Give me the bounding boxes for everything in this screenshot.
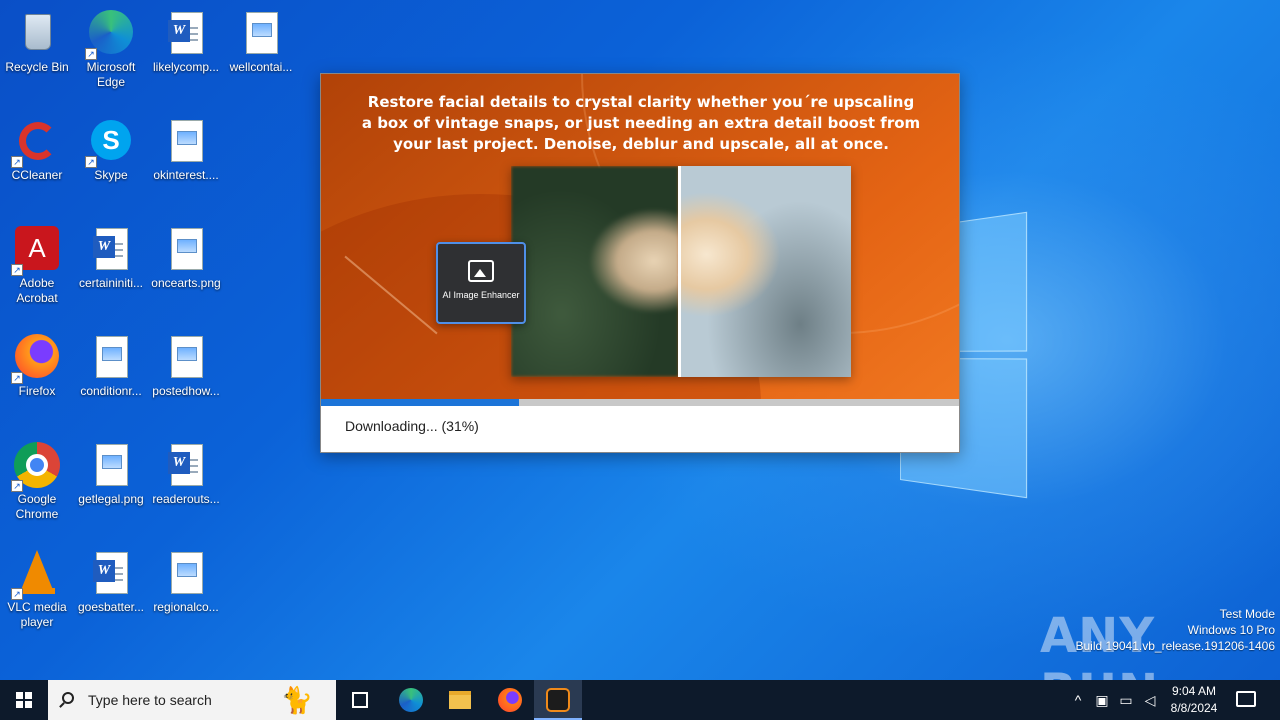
vlc-icon: ↗ bbox=[11, 550, 61, 600]
desktop-icon-firefox[interactable]: ↗ Firefox bbox=[0, 328, 74, 428]
desktop: Recycle Bin ↗ CCleaner A ↗ Adobe Acrobat… bbox=[0, 0, 1280, 680]
desktop-icon-likelycomp[interactable]: W likelycomp... bbox=[149, 4, 223, 104]
clock-time: 9:04 AM bbox=[1171, 684, 1217, 698]
installer-app-icon bbox=[546, 688, 570, 712]
download-status: Downloading... (31%) bbox=[345, 418, 479, 434]
desktop-icon-goesbatter[interactable]: W goesbatter... bbox=[74, 544, 148, 644]
desktop-icon-recycle-bin[interactable]: Recycle Bin bbox=[0, 4, 74, 104]
desktop-icon-label: postedhow... bbox=[152, 384, 220, 398]
search-icon bbox=[62, 692, 74, 704]
desktop-icon-label: certaininiti... bbox=[78, 276, 144, 290]
image-file-icon bbox=[162, 226, 210, 274]
image-sparkle-icon bbox=[468, 260, 494, 282]
desktop-icon-label: getlegal.png bbox=[78, 492, 144, 506]
word-doc-icon: W bbox=[162, 442, 210, 490]
start-button[interactable] bbox=[0, 680, 48, 720]
desktop-icon-label: Skype bbox=[94, 168, 128, 182]
desktop-icon-conditionr[interactable]: conditionr... bbox=[74, 328, 148, 428]
download-progress-bar bbox=[321, 399, 959, 406]
skype-icon: S ↗ bbox=[85, 118, 135, 168]
desktop-icon-vlc[interactable]: ↗ VLC media player bbox=[0, 544, 74, 644]
edge-icon: ↗ bbox=[85, 10, 135, 60]
desktop-icon-certaininiti[interactable]: W certaininiti... bbox=[74, 220, 148, 320]
network-icon[interactable]: ▭ bbox=[1118, 692, 1134, 708]
promo-banner: Restore facial details to crystal clarit… bbox=[321, 74, 959, 399]
file-explorer-icon bbox=[449, 691, 471, 709]
search-highlight-cat-icon: 🐈 bbox=[280, 685, 314, 715]
taskbar-clock[interactable]: 9:04 AM 8/8/2024 bbox=[1160, 683, 1228, 717]
installer-window[interactable]: Restore facial details to crystal clarit… bbox=[320, 73, 960, 453]
windows-logo-icon bbox=[16, 692, 32, 708]
firefox-icon bbox=[498, 688, 522, 712]
desktop-icon-acrobat[interactable]: A ↗ Adobe Acrobat bbox=[0, 220, 74, 320]
desktop-icon-postedhow[interactable]: postedhow... bbox=[149, 328, 223, 428]
ai-image-enhancer-card: AI Image Enhancer bbox=[436, 242, 526, 324]
desktop-icon-label: VLC media player bbox=[7, 600, 67, 629]
desktop-icon-oncearts[interactable]: oncearts.png bbox=[149, 220, 223, 320]
notifications-icon[interactable] bbox=[1236, 691, 1256, 707]
taskbar: Type here to search 🐈 ^ ▣ ▭ ◁ 9:04 AM 8/… bbox=[0, 680, 1280, 720]
desktop-icon-edge[interactable]: ↗ Microsoft Edge bbox=[74, 4, 148, 104]
taskbar-file-explorer-button[interactable] bbox=[436, 680, 484, 720]
image-file-icon bbox=[87, 334, 135, 382]
word-doc-icon: W bbox=[87, 226, 135, 274]
ai-card-label: AI Image Enhancer bbox=[442, 290, 520, 300]
desktop-icon-getlegal[interactable]: getlegal.png bbox=[74, 436, 148, 536]
desktop-icon-readerouts[interactable]: W readerouts... bbox=[149, 436, 223, 536]
download-progress-fill bbox=[321, 399, 520, 406]
chevron-up-icon[interactable]: ^ bbox=[1070, 692, 1086, 708]
acrobat-icon: A ↗ bbox=[11, 226, 61, 276]
image-file-icon bbox=[162, 550, 210, 598]
desktop-icon-label: regionalco... bbox=[153, 600, 219, 614]
watermark-build: Build 19041.vb_release.191206-1406 bbox=[1075, 639, 1276, 653]
desktop-icon-label: CCleaner bbox=[11, 168, 63, 182]
desktop-icon-label: goesbatter... bbox=[77, 600, 145, 614]
desktop-icon-skype[interactable]: S ↗ Skype bbox=[74, 112, 148, 212]
promo-headline: Restore facial details to crystal clarit… bbox=[361, 93, 921, 153]
watermark-edition: Windows 10 Pro bbox=[1187, 623, 1275, 637]
image-file-icon bbox=[87, 442, 135, 490]
desktop-icon-label: oncearts.png bbox=[151, 276, 221, 290]
recycle-bin-icon bbox=[13, 10, 61, 58]
desktop-icon-label: likelycomp... bbox=[152, 60, 220, 74]
desktop-icon-label: wellcontai... bbox=[229, 60, 293, 74]
desktop-icon-label: Firefox bbox=[18, 384, 56, 398]
meet-now-icon[interactable]: ▣ bbox=[1094, 692, 1110, 708]
desktop-icon-label: Recycle Bin bbox=[5, 60, 69, 74]
os-watermark: Test Mode Windows 10 Pro Build 19041.vb_… bbox=[1076, 606, 1276, 654]
word-doc-icon: W bbox=[162, 10, 210, 58]
desktop-icon-ccleaner[interactable]: ↗ CCleaner bbox=[0, 112, 74, 212]
desktop-icon-label: Adobe Acrobat bbox=[16, 276, 58, 305]
chrome-icon: ↗ bbox=[11, 442, 61, 492]
firefox-icon: ↗ bbox=[11, 334, 61, 384]
desktop-icon-okinterest[interactable]: okinterest.... bbox=[149, 112, 223, 212]
system-tray: ^ ▣ ▭ ◁ bbox=[1066, 680, 1156, 720]
clock-date: 8/8/2024 bbox=[1170, 701, 1218, 715]
desktop-icon-label: conditionr... bbox=[80, 384, 142, 398]
watermark-test-mode: Test Mode bbox=[1219, 607, 1275, 621]
desktop-icon-wellcontai[interactable]: wellcontai... bbox=[224, 4, 298, 104]
taskbar-search-box[interactable]: Type here to search 🐈 bbox=[48, 680, 336, 720]
taskbar-edge-button[interactable] bbox=[386, 680, 434, 720]
desktop-icon-chrome[interactable]: ↗ Google Chrome bbox=[0, 436, 74, 536]
volume-icon[interactable]: ◁ bbox=[1142, 692, 1158, 708]
ccleaner-icon: ↗ bbox=[11, 118, 61, 168]
desktop-icon-label: okinterest.... bbox=[153, 168, 219, 182]
desktop-icon-label: readerouts... bbox=[152, 492, 220, 506]
task-view-icon bbox=[352, 692, 368, 708]
taskbar-firefox-button[interactable] bbox=[485, 680, 533, 720]
search-placeholder: Type here to search bbox=[88, 692, 212, 708]
word-doc-icon: W bbox=[87, 550, 135, 598]
image-file-icon bbox=[162, 118, 210, 166]
before-after-photo bbox=[511, 166, 851, 377]
image-file-icon bbox=[237, 10, 285, 58]
desktop-icon-label: Microsoft Edge bbox=[86, 60, 136, 89]
edge-icon bbox=[399, 688, 423, 712]
taskbar-installer-button[interactable] bbox=[534, 680, 582, 720]
image-file-icon bbox=[162, 334, 210, 382]
desktop-icon-label: Google Chrome bbox=[15, 492, 59, 521]
desktop-icon-regionalco[interactable]: regionalco... bbox=[149, 544, 223, 644]
task-view-button[interactable] bbox=[336, 680, 384, 720]
